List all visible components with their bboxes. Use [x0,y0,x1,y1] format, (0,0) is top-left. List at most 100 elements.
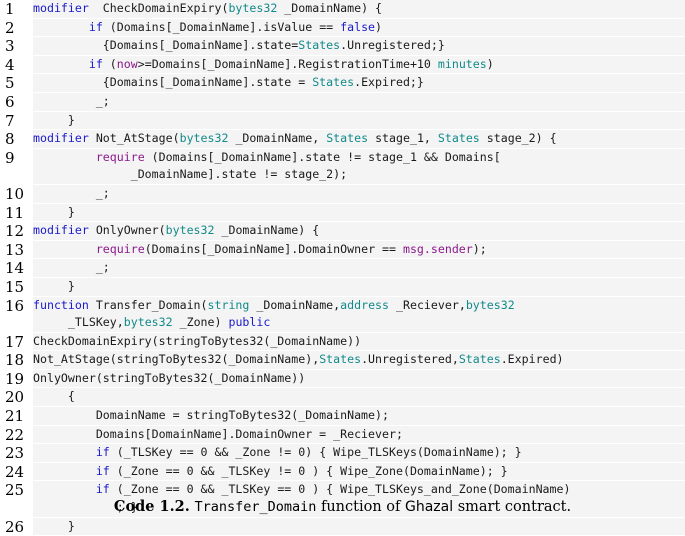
line-number: 22 [5,425,25,444]
code-token: Transfer_Domain( [88,297,208,312]
code-token: .Expired) [500,352,564,367]
code-token: { [33,389,75,404]
code-token: _DomainName) { [277,1,383,15]
builtin-token: require [95,149,145,164]
code-token: _; [33,260,110,275]
code-token: {Domains[_DomainName].state= [33,38,299,53]
code-line: 24 if (_Zone == 0 && _TLSKey != 0 ) { Wi… [0,462,685,482]
keyword-token: if [88,19,103,34]
caption-text-mid: function of [316,499,405,515]
code-token: ) [375,19,383,34]
code-token: } [33,204,75,219]
code-token: {Domains[_DomainName].state = [33,75,313,90]
code-text: DomainName = stringToBytes32(_DomainName… [33,407,685,425]
type-token: States [326,131,369,146]
code-token: ( [102,56,117,71]
code-line: 14 _; [0,259,685,278]
builtin-token: now [116,56,138,71]
type-token: States [319,352,362,367]
code-text: _; [33,184,685,203]
code-line: 18 Not_AtStage(stringToBytes32(_DomainNam… [0,351,685,370]
keyword-token: modifier [33,131,89,146]
caption-contract-name: Ghazal [404,499,454,515]
code-text: modifier Not_AtStage(bytes32 _DomainName… [33,130,685,148]
code-token: (_Zone == 0 && _TLSKey != 0 ) { Wipe_Zon… [109,463,508,478]
code-token: } [33,278,75,293]
code-token: stage_1, [368,131,438,146]
line-number: 26 [5,517,25,536]
line-number: 6 [5,92,15,111]
line-number: 4 [5,55,15,74]
code-text: { [33,388,685,407]
code-token: _Zone) [172,315,229,330]
line-number: 14 [5,259,25,278]
code-token: >=Domains[_DomainName].RegistrationTime+… [137,56,438,71]
type-token: States [437,131,480,146]
code-token: _Reciever, [389,297,466,312]
code-token: Not_AtStage(stringToBytes32(_DomainName)… [33,352,320,367]
code-line: 11 } [0,203,685,223]
code-text: } [33,517,685,536]
code-line: 7 } [0,111,685,131]
line-number: 2 [5,18,15,37]
code-line: 12 modifier OnlyOwner(bytes32 _DomainName… [0,222,685,241]
code-token: (_TLSKey == 0 && _Zone != 0) { Wipe_TLSK… [109,445,522,460]
builtin-token: require [95,241,145,256]
keyword-token: function [33,297,89,312]
keyword-token: if [88,56,103,71]
code-line: 26 } [0,517,685,536]
code-line: 15 } [0,277,685,297]
code-line: 3 {Domains[_DomainName].state=States.Unr… [0,37,685,56]
code-token: (Domains[_DomainName].isValue == [102,19,341,34]
code-token: _; [33,93,110,108]
code-token: _DomainName, [249,297,341,312]
code-token: .Unregistered;} [340,38,445,53]
line-number: 12 [5,222,25,241]
line-number: 5 [5,74,15,93]
line-number: 8 [5,130,15,149]
code-token: _TLSKey, [67,315,124,330]
code-text: if (_TLSKey == 0 && _Zone != 0) { Wipe_T… [33,444,685,462]
code-line: 16 function Transfer_Domain(string _Domai… [0,296,685,333]
type-token: bytes32 [165,223,215,238]
keyword-token: modifier [33,223,89,238]
code-line: 1 modifier CheckDomainExpiry(bytes32 _Dom… [0,0,685,19]
code-line: 22 Domains[DomainName].DomainOwner = _Re… [0,425,685,445]
code-token: OnlyOwner( [88,223,166,238]
figure-caption: Code 1.2. Transfer_Domain function of Gh… [0,498,685,515]
code-line: 17 CheckDomainExpiry(stringToBytes32(_Dom… [0,332,685,352]
code-text: } [33,111,685,130]
code-listing: 1 modifier CheckDomainExpiry(bytes32 _Dom… [0,0,685,536]
line-number: 16 [5,296,25,315]
code-token: .Unregistered, [361,352,459,367]
code-line: 19 OnlyOwner(stringToBytes32(_DomainName)… [0,369,685,389]
code-text: {Domains[_DomainName].state = States.Exp… [33,74,685,92]
code-line: 2 if (Domains[_DomainName].isValue == fa… [0,18,685,38]
code-text: } [33,203,685,222]
code-token: Domains[DomainName].DomainOwner = _Recie… [33,426,403,441]
line-number: 3 [5,37,15,56]
code-line: 10 _; [0,184,685,204]
line-number: 18 [5,351,25,370]
code-text: _; [33,259,685,277]
keyword-token: modifier [33,1,89,15]
keyword-token: if [95,445,110,460]
code-token: Not_AtStage( [88,131,180,146]
code-text: _; [33,92,685,111]
code-text: Not_AtStage(stringToBytes32(_DomainName)… [33,351,685,369]
line-number: 19 [5,369,25,388]
type-token: States [298,38,341,53]
code-line: 6 _; [0,92,685,112]
caption-function-name: Transfer_Domain [194,499,317,515]
code-text: CheckDomainExpiry(stringToBytes32(_Domai… [33,332,685,351]
type-token: bytes32 [179,131,229,146]
code-token: .Expired;} [354,75,424,90]
code-line: 8 modifier Not_AtStage(bytes32 _DomainNam… [0,130,685,149]
code-token: (Domains[_DomainName].DomainOwner == [144,241,403,256]
code-token: } [33,112,75,127]
